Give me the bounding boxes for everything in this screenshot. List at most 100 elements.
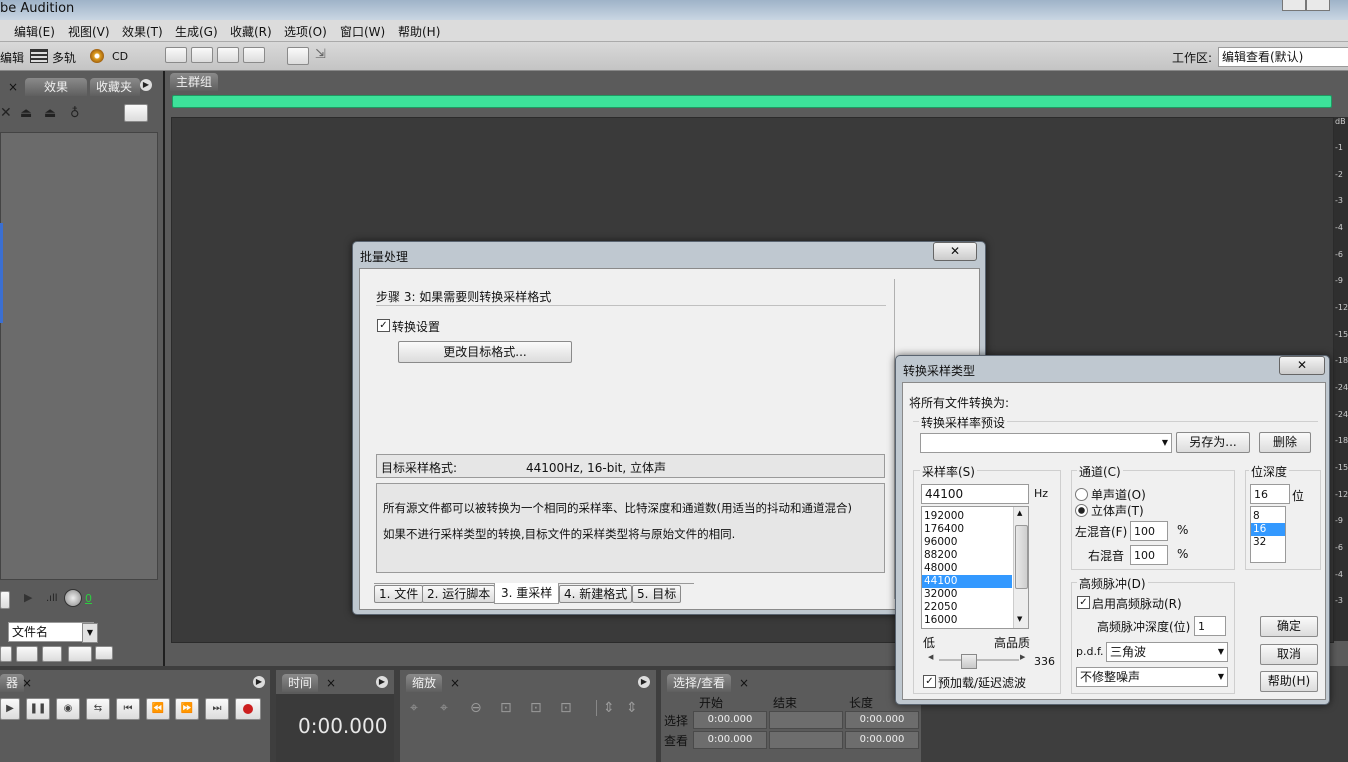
zoom-in-horizontal-icon[interactable]: ⌖ [410, 700, 418, 716]
zoom-in-vertical-icon[interactable]: ⇕ [596, 700, 615, 716]
enable-dither-checkbox[interactable]: ✓ [1077, 596, 1090, 609]
chevron-down-icon[interactable]: ▼ [82, 623, 98, 643]
ok-button[interactable]: 确定 [1260, 616, 1318, 637]
panel-menu-icon[interactable]: ▶ [638, 676, 650, 688]
sample-rate-option[interactable]: 192000 [922, 510, 1012, 523]
go-to-end-icon[interactable]: ⏭ [205, 698, 229, 720]
view-end-field[interactable] [769, 731, 843, 749]
change-target-format-button[interactable]: 更改目标格式... [398, 341, 572, 363]
zoom-out-full-icon[interactable]: ⊖ [470, 700, 482, 716]
save-as-button[interactable]: 另存为... [1176, 432, 1250, 453]
close-icon[interactable]: × [22, 676, 32, 690]
sample-rate-option[interactable]: 48000 [922, 562, 1012, 575]
close-icon[interactable]: × [8, 80, 18, 94]
preset-select[interactable]: ▼ [920, 433, 1172, 453]
menu-window[interactable]: 窗口(W) [340, 23, 385, 40]
help-button[interactable]: 帮助(H) [1260, 671, 1318, 692]
sample-rate-option[interactable]: 96000 [922, 536, 1012, 549]
menu-help[interactable]: 帮助(H) [398, 23, 440, 40]
sample-rate-option[interactable]: 88200 [922, 549, 1012, 562]
panel-menu-icon[interactable]: ▶ [376, 676, 388, 688]
tab-new-format[interactable]: 4. 新建格式 [559, 585, 633, 603]
play-to-end-icon[interactable]: ◉ [56, 698, 80, 720]
panel-menu-icon[interactable]: ▶ [140, 79, 152, 91]
scroll-up-icon[interactable]: ▲ [1017, 509, 1022, 517]
tab-effects[interactable]: 效果 [25, 78, 87, 96]
remove-icon[interactable]: ✕ [0, 105, 12, 121]
zoom-left-icon[interactable]: ⊡ [530, 700, 542, 716]
view-length-field[interactable]: 0:00.000 [845, 731, 919, 749]
waveform-view-icon[interactable] [165, 47, 187, 63]
left-mix-input[interactable]: 100 [1130, 521, 1168, 541]
stereo-radio[interactable] [1075, 504, 1088, 517]
prefilter-checkbox[interactable]: ✓ [923, 675, 936, 688]
filter-icon-4[interactable] [68, 646, 92, 662]
cd-button[interactable]: CD [112, 50, 128, 63]
tab-main-group[interactable]: 主群组 [170, 73, 219, 91]
tab-files[interactable]: 1. 文件 [374, 585, 424, 603]
tab-time[interactable]: 时间 [282, 674, 319, 692]
sample-rate-option[interactable]: 22050 [922, 601, 1012, 614]
bit-depth-option[interactable]: 8 [1251, 510, 1285, 523]
noise-shaping-select[interactable]: 不修整噪声 ▼ [1076, 667, 1228, 687]
pan-view-icon[interactable] [217, 47, 239, 63]
selection-length-field[interactable]: 0:00.000 [845, 711, 919, 729]
bit-depth-list[interactable]: 8 16 32 [1250, 506, 1286, 563]
view-start-field[interactable]: 0:00.000 [693, 731, 767, 749]
record-icon[interactable] [235, 698, 261, 720]
zoom-out-horizontal-icon[interactable]: ⌖ [440, 700, 448, 716]
tab-favorites[interactable]: 收藏夹 [90, 78, 140, 96]
tab-transport[interactable]: 器 [0, 674, 25, 692]
bit-depth-option[interactable]: 16 [1251, 523, 1285, 536]
sample-rate-scrollbar[interactable]: ▲ ▼ [1013, 507, 1028, 628]
loop-icon[interactable] [0, 591, 10, 609]
restore-button[interactable] [1306, 0, 1330, 11]
scroll-down-icon[interactable]: ▼ [1017, 615, 1022, 623]
pause-icon[interactable]: ❚❚ [26, 698, 50, 720]
filter-icon-2[interactable] [16, 646, 38, 662]
zoom-right-icon[interactable]: ⊡ [560, 700, 572, 716]
go-to-start-icon[interactable]: ⏮ [116, 698, 140, 720]
selection-start-field[interactable]: 0:00.000 [693, 711, 767, 729]
fast-forward-icon[interactable]: ⏩ [175, 698, 199, 720]
pdf-select[interactable]: 三角波 ▼ [1106, 642, 1228, 662]
close-icon[interactable]: × [450, 676, 460, 690]
close-icon[interactable]: × [739, 676, 749, 690]
sample-rate-option[interactable]: 176400 [922, 523, 1012, 536]
delete-button[interactable]: 删除 [1259, 432, 1311, 453]
tab-destination[interactable]: 5. 目标 [632, 585, 682, 603]
mono-radio[interactable] [1075, 488, 1088, 501]
workspace-select[interactable]: 编辑查看(默认) [1218, 47, 1348, 67]
selection-end-field[interactable] [769, 711, 843, 729]
menu-options[interactable]: 选项(O) [284, 23, 327, 40]
right-mix-input[interactable]: 100 [1130, 545, 1168, 565]
sample-rate-option[interactable]: 44100 [922, 575, 1012, 588]
rewind-icon[interactable]: ⏪ [146, 698, 170, 720]
insert-icon[interactable]: ⏏ [20, 106, 32, 121]
phase-view-icon[interactable] [243, 47, 265, 63]
play-icon[interactable]: ▶ [24, 591, 32, 604]
sample-rate-option[interactable]: 16000 [922, 614, 1012, 627]
tab-zoom[interactable]: 缩放 [406, 674, 443, 692]
rack-icon[interactable]: ⏏ [44, 106, 56, 121]
loop-icon[interactable]: ⇆ [86, 698, 110, 720]
power-icon[interactable]: ♁ [70, 106, 80, 121]
sample-rate-option[interactable]: 32000 [922, 588, 1012, 601]
menu-generate[interactable]: 生成(G) [175, 23, 218, 40]
edit-view-button[interactable]: 编辑 [0, 49, 24, 66]
panel-menu-icon[interactable]: ▶ [253, 676, 265, 688]
filter-icon-1[interactable] [0, 646, 12, 662]
filter-icon-3[interactable] [42, 646, 62, 662]
menu-effects[interactable]: 效果(T) [122, 23, 163, 40]
tab-selection-view[interactable]: 选择/查看 [667, 674, 732, 692]
menu-view[interactable]: 视图(V) [68, 23, 110, 40]
bit-depth-input[interactable]: 16 [1250, 484, 1290, 504]
dither-depth-input[interactable]: 1 [1194, 616, 1226, 636]
menu-edit[interactable]: 编辑(E) [14, 23, 55, 40]
zoom-selection-icon[interactable]: ⊡ [500, 700, 512, 716]
sample-rate-input[interactable]: 44100 [921, 484, 1029, 504]
view-options-icon[interactable] [124, 104, 148, 122]
scroll-thumb[interactable] [1015, 525, 1028, 589]
cancel-button[interactable]: 取消 [1260, 644, 1318, 665]
batch-dialog-close-button[interactable]: ✕ [933, 242, 977, 261]
